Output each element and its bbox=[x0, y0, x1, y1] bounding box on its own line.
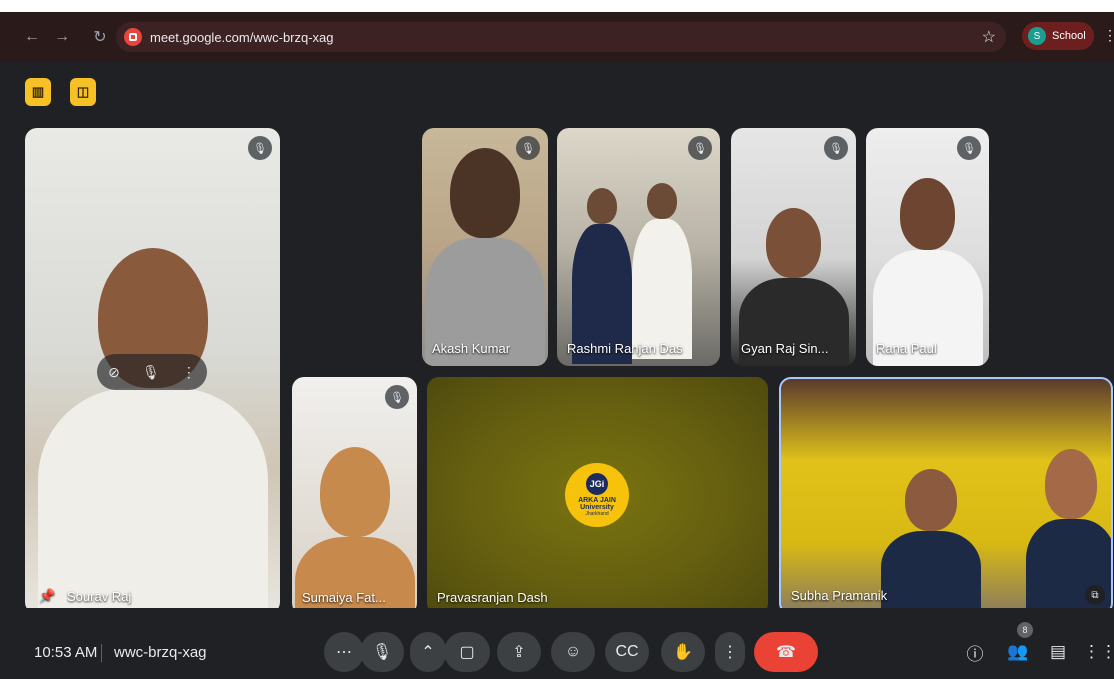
meeting-info-icon[interactable]: ⓘ bbox=[963, 640, 987, 664]
layout-toggle-icon[interactable]: ▥ bbox=[25, 78, 51, 106]
video-tile-rashmi[interactable]: 🎙 Rashmi Ranjan Das bbox=[557, 128, 720, 366]
participant-count-badge: 8 bbox=[1017, 622, 1033, 638]
activities-grid-icon[interactable]: ⋮⋮ bbox=[1083, 640, 1114, 664]
mic-off-icon: 🎙 bbox=[516, 136, 540, 160]
address-bar[interactable]: meet.google.com/wwc-brzq-xag ☆ bbox=[116, 22, 1006, 52]
present-screen-button[interactable]: ⇪ bbox=[497, 632, 541, 672]
profile-button[interactable]: S School bbox=[1022, 22, 1094, 50]
mic-off-icon: 🎙 bbox=[957, 136, 981, 160]
profile-avatar: S bbox=[1028, 27, 1046, 45]
participant-name: Akash Kumar bbox=[432, 341, 511, 356]
more-options-button[interactable]: ⋮ bbox=[715, 632, 745, 672]
mute-participant-icon[interactable]: 🎙 bbox=[142, 364, 160, 381]
video-tile-rana[interactable]: 🎙 Rana Paul bbox=[866, 128, 989, 366]
divider bbox=[101, 644, 102, 662]
pin-icon: 📌 bbox=[39, 588, 56, 603]
tile-hover-controls: ⊘ 🎙 ⋮ bbox=[97, 354, 207, 390]
participant-name: Pravasranjan Dash bbox=[437, 590, 548, 605]
people-icon[interactable]: 👥 bbox=[1006, 640, 1030, 664]
mic-off-icon: 🎙 bbox=[824, 136, 848, 160]
video-tile-akash[interactable]: 🎙 Akash Kumar bbox=[422, 128, 548, 366]
mic-off-icon: 🎙 bbox=[248, 136, 272, 160]
logo-line-4: Jharkhand bbox=[585, 511, 609, 517]
participant-video bbox=[632, 183, 692, 359]
mic-off-icon: 🎙 bbox=[688, 136, 712, 160]
more-options-icon[interactable]: ⋮ bbox=[182, 364, 196, 381]
control-bar: 10:53 AM wwc-brzq-xag ⋯ 🎙 ⌃ ▢ ⇪ ☺ CC ✋ ⋮… bbox=[0, 608, 1114, 679]
picture-in-picture-icon[interactable]: ⧉ bbox=[1085, 585, 1105, 605]
door-exit-icon[interactable]: ◫ bbox=[70, 78, 96, 106]
mic-off-icon: 🎙 bbox=[385, 385, 409, 409]
unpin-icon[interactable]: ⊘ bbox=[108, 364, 120, 381]
reload-icon[interactable]: ↻ bbox=[88, 25, 112, 49]
video-tile-sumaiya[interactable]: 🎙 Sumaiya Fat... bbox=[292, 377, 417, 615]
logo-emblem: JGi bbox=[586, 473, 608, 495]
video-tile-subha[interactable]: Subha Pramanik ⧉ bbox=[779, 377, 1113, 615]
logo-line-3: University bbox=[580, 504, 614, 511]
captions-button[interactable]: CC bbox=[605, 632, 649, 672]
participant-video bbox=[425, 148, 545, 366]
participant-name: Sumaiya Fat... bbox=[302, 590, 386, 605]
participant-name: Gyan Raj Sin... bbox=[741, 341, 829, 356]
raise-hand-button[interactable]: ✋ bbox=[661, 632, 705, 672]
bookmark-star-icon[interactable]: ☆ bbox=[982, 27, 996, 47]
participant-name: Sourav Raj bbox=[67, 589, 132, 604]
logo-line-2: ARKA JAIN bbox=[578, 497, 616, 504]
video-tile-sourav[interactable]: 🎙 ⊘ 🎙 ⋮ 📌 Sourav Raj bbox=[25, 128, 280, 614]
top-strip bbox=[0, 0, 1114, 12]
chevron-up-icon[interactable]: ⌃ bbox=[410, 632, 446, 672]
chat-icon[interactable]: ▤ bbox=[1046, 640, 1070, 664]
participant-name: Rana Paul bbox=[876, 341, 937, 356]
microphone-icon[interactable]: 🎙 bbox=[360, 632, 404, 672]
participant-video bbox=[572, 188, 632, 364]
university-logo: JGi ARKA JAIN University Jharkhand bbox=[565, 463, 629, 527]
meeting-code: wwc-brzq-xag bbox=[114, 644, 207, 661]
meeting-stage: ▥ ◫ 🎙 ⊘ 🎙 ⋮ 📌 Sourav Raj 🎙 Akash Kumar 🎙… bbox=[0, 62, 1114, 679]
profile-name: School bbox=[1052, 30, 1086, 42]
meet-site-icon bbox=[124, 28, 142, 46]
back-icon[interactable]: ← bbox=[20, 25, 44, 49]
url-text: meet.google.com/wwc-brzq-xag bbox=[150, 29, 334, 45]
participant-name: Rashmi Ranjan Das bbox=[567, 341, 683, 356]
participant-video bbox=[872, 178, 983, 366]
browser-menu-icon[interactable]: ⋮ bbox=[1103, 27, 1114, 44]
participant-video bbox=[881, 469, 981, 613]
forward-icon[interactable]: → bbox=[50, 25, 74, 49]
meeting-clock: 10:53 AM bbox=[34, 644, 98, 661]
browser-chrome: ← → ↻ meet.google.com/wwc-brzq-xag ☆ S S… bbox=[0, 0, 1114, 62]
video-tile-pravasranjan[interactable]: JGi ARKA JAIN University Jharkhand Prava… bbox=[427, 377, 768, 615]
more-controls-button[interactable]: ⋯ bbox=[324, 632, 364, 672]
browser-toolbar: ← → ↻ meet.google.com/wwc-brzq-xag ☆ bbox=[0, 18, 1114, 56]
camera-icon[interactable]: ▢ bbox=[444, 632, 490, 672]
participant-name: Subha Pramanik bbox=[791, 588, 888, 603]
emoji-reaction-button[interactable]: ☺ bbox=[551, 632, 595, 672]
participant-video bbox=[37, 248, 268, 614]
video-tile-gyan[interactable]: 🎙 Gyan Raj Sin... bbox=[731, 128, 856, 366]
end-call-button[interactable]: ☎ bbox=[754, 632, 818, 672]
